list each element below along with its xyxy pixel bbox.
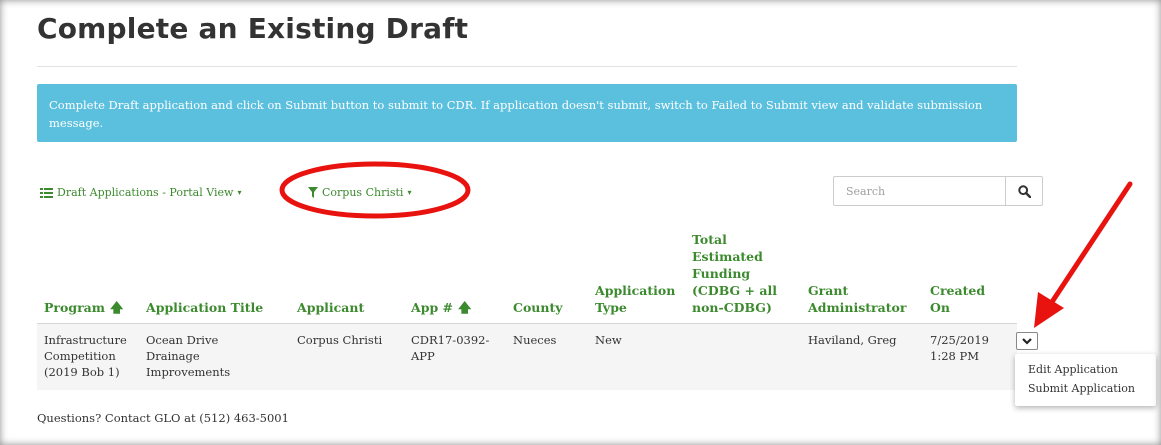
column-header-created-on[interactable]: Created On: [930, 282, 985, 316]
search-input[interactable]: [833, 176, 1006, 206]
annotation-arrow: [1034, 181, 1133, 328]
cell-application-title: Ocean Drive Drainage Improvements: [146, 332, 230, 380]
list-icon: [40, 187, 53, 198]
draft-view-dropdown[interactable]: Draft Applications - Portal View ▾: [40, 186, 241, 199]
draft-view-label: Draft Applications - Portal View: [57, 186, 234, 199]
header-line: non-CDBG): [692, 300, 772, 315]
column-header-app-number-label: App #: [411, 300, 454, 315]
header-line: Funding: [692, 266, 751, 281]
info-banner: Complete Draft application and click on …: [37, 84, 1017, 142]
column-header-application-title[interactable]: Application Title: [146, 299, 263, 316]
row-actions-toggle[interactable]: [1016, 332, 1038, 350]
header-line: On: [930, 300, 950, 315]
cell-grant-administrator: Haviland, Greg: [808, 333, 897, 347]
chevron-down-icon: [1022, 337, 1032, 345]
funnel-icon: [308, 187, 318, 198]
cell-county: Nueces: [513, 333, 557, 347]
cell-applicant: Corpus Christi: [297, 333, 383, 347]
sort-ascending-icon: 🡅: [109, 301, 124, 316]
header-line: Grant: [808, 283, 849, 298]
sort-ascending-icon: 🡅: [458, 301, 472, 316]
column-header-program[interactable]: Program 🡅: [44, 299, 123, 317]
column-header-application-type[interactable]: Application Type: [595, 282, 675, 316]
header-line: Type: [595, 300, 627, 315]
menu-item-edit-application[interactable]: Edit Application: [1028, 363, 1118, 376]
column-header-applicant[interactable]: Applicant: [297, 299, 364, 316]
column-header-app-number[interactable]: App # 🡅: [411, 299, 471, 317]
column-header-grant-administrator[interactable]: Grant Administrator: [808, 282, 906, 316]
cell-line: (2019 Bob 1): [44, 365, 120, 379]
menu-item-submit-application[interactable]: Submit Application: [1028, 382, 1135, 395]
footer-contact: Questions? Contact GLO at (512) 463-5001: [37, 411, 289, 425]
title-divider: [37, 66, 1017, 67]
cell-app-number: CDR17-0392- APP: [411, 332, 489, 364]
header-line: Created: [930, 283, 986, 298]
search-button[interactable]: [1005, 176, 1043, 206]
page-title: Complete an Existing Draft: [37, 12, 469, 45]
column-header-program-label: Program: [44, 300, 105, 315]
filter-dropdown[interactable]: Corpus Christi ▾: [308, 186, 411, 199]
filter-label: Corpus Christi: [322, 186, 404, 199]
cell-program: Infrastructure Competition (2019 Bob 1): [44, 332, 127, 380]
cell-line: 7/25/2019: [930, 333, 989, 347]
cell-application-type: New: [595, 333, 622, 347]
caret-down-icon: ▾: [237, 188, 242, 197]
cell-line: Ocean Drive: [146, 333, 219, 347]
header-line: (CDBG + all: [692, 283, 777, 298]
column-header-county[interactable]: County: [513, 299, 563, 316]
caret-down-icon: ▾: [407, 188, 412, 197]
cell-line: Competition: [44, 349, 116, 363]
row-actions-menu: Edit Application Submit Application: [1015, 354, 1156, 406]
cell-line: Drainage: [146, 349, 200, 363]
header-line: Application: [595, 283, 676, 298]
cell-created-on: 7/25/2019 1:28 PM: [930, 332, 989, 364]
cell-line: APP: [411, 349, 435, 363]
cell-line: CDR17-0392-: [411, 333, 490, 347]
cell-line: Improvements: [146, 365, 231, 379]
cell-line: Infrastructure: [44, 333, 127, 347]
column-header-total-funding[interactable]: Total Estimated Funding (CDBG + all non-…: [692, 231, 777, 316]
header-line: Estimated: [692, 249, 763, 264]
search-icon: [1017, 184, 1031, 198]
cell-line: 1:28 PM: [930, 349, 979, 363]
header-line: Total: [692, 232, 727, 247]
header-line: Administrator: [808, 300, 907, 315]
